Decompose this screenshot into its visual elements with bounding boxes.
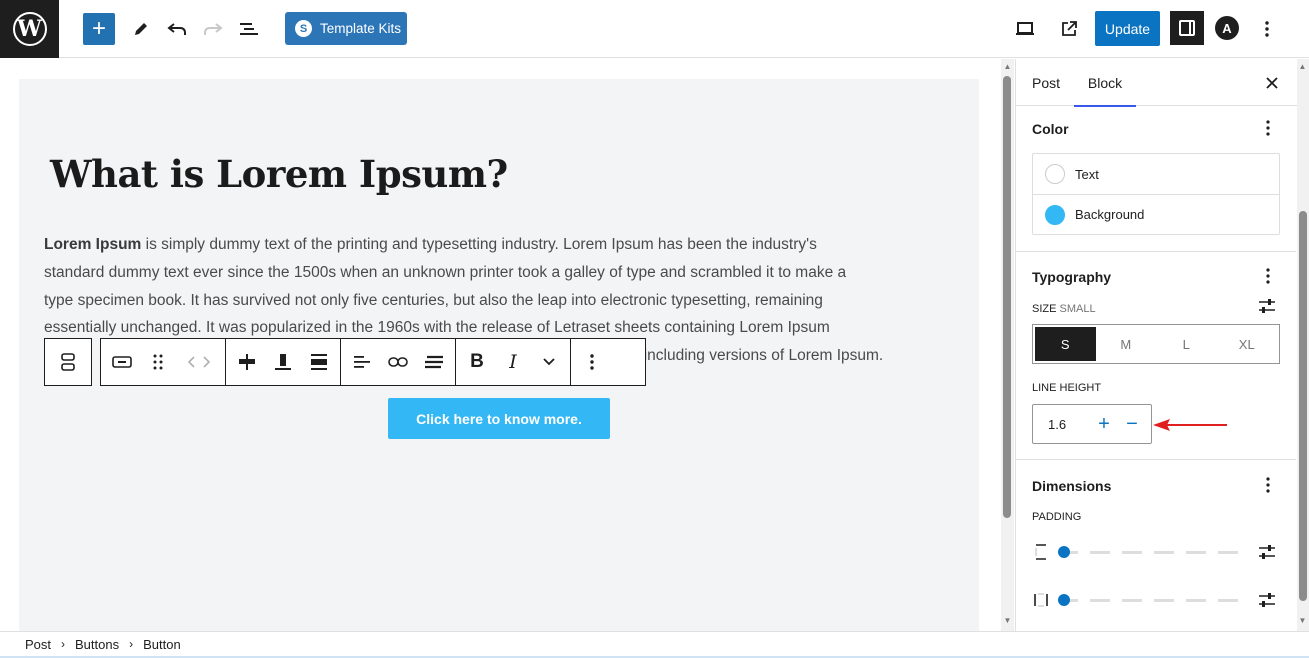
- template-kits-button[interactable]: S Template Kits: [285, 12, 407, 45]
- color-options-kebab-icon[interactable]: [1260, 118, 1276, 138]
- increment-plus-icon[interactable]: +: [1093, 413, 1115, 435]
- padding-left-right-icon: [1034, 593, 1048, 607]
- settings-panel-toggle[interactable]: [1170, 11, 1204, 45]
- sidebar-panel-icon: [1179, 20, 1195, 36]
- toolbar-group-options: [571, 339, 613, 385]
- size-option-m[interactable]: M: [1096, 327, 1157, 361]
- text-color-label: Text: [1075, 166, 1099, 182]
- sidebar-scroll-up-arrow-icon[interactable]: ▲: [1298, 62, 1307, 71]
- padding-horizontal-tune-icon[interactable]: [1258, 591, 1276, 609]
- breadcrumb-chevron-icon: ›: [61, 637, 66, 651]
- astra-settings-icon[interactable]: A: [1215, 16, 1239, 40]
- template-kits-label: Template Kits: [320, 21, 402, 36]
- close-icon[interactable]: [1260, 71, 1284, 95]
- canvas-scrollbar[interactable]: ▲ ▼: [1001, 59, 1014, 631]
- justify-center-icon[interactable]: [232, 347, 262, 377]
- breadcrumb-item-button[interactable]: Button: [143, 637, 181, 652]
- align-wide-icon[interactable]: [304, 347, 334, 377]
- drag-handle-icon[interactable]: [143, 347, 173, 377]
- canvas-scrollbar-thumb[interactable]: [1003, 76, 1011, 518]
- more-formatting-chevron-down-icon[interactable]: [534, 347, 564, 377]
- padding-label: PADDING: [1032, 511, 1082, 523]
- settings-sidebar: Post Block Color Text Background Typogra…: [1015, 59, 1309, 631]
- breadcrumb-item-buttons[interactable]: Buttons: [75, 637, 119, 652]
- strikethrough-style-icon[interactable]: [419, 347, 449, 377]
- decrement-minus-icon[interactable]: −: [1121, 413, 1143, 435]
- block-toolbar: B I: [100, 338, 646, 386]
- font-size-label: SIZE SMALL: [1032, 303, 1096, 315]
- padding-vertical-slider[interactable]: [1032, 542, 1280, 562]
- sidebar-scroll-down-arrow-icon[interactable]: ▼: [1298, 616, 1307, 625]
- section-divider: [1016, 251, 1296, 252]
- options-kebab-icon[interactable]: [1251, 13, 1283, 45]
- editor-top-bar: W + S Template Kits Update A: [0, 0, 1309, 58]
- padding-vertical-slider-knob[interactable]: [1058, 546, 1070, 558]
- sidebar-scrollbar-thumb[interactable]: [1299, 211, 1307, 601]
- background-color-item[interactable]: Background: [1033, 194, 1279, 234]
- move-left-right-icon[interactable]: [179, 347, 219, 377]
- post-heading[interactable]: What is Lorem Ipsum?: [50, 152, 508, 196]
- size-option-s[interactable]: S: [1035, 327, 1096, 361]
- tab-block[interactable]: Block: [1074, 59, 1136, 107]
- add-block-button[interactable]: +: [83, 13, 115, 45]
- dimensions-options-kebab-icon[interactable]: [1260, 475, 1276, 495]
- sidebar-scrollbar[interactable]: ▲ ▼: [1297, 59, 1309, 631]
- scroll-down-arrow-icon[interactable]: ▼: [1003, 616, 1012, 625]
- typography-options-kebab-icon[interactable]: [1260, 266, 1276, 286]
- color-section-title: Color: [1032, 121, 1069, 137]
- preview-device-icon[interactable]: [1009, 13, 1041, 45]
- line-height-input[interactable]: 1.6 + −: [1032, 404, 1152, 444]
- view-post-external-icon[interactable]: [1053, 13, 1085, 45]
- color-settings-box: Text Background: [1032, 153, 1280, 235]
- button-block-icon[interactable]: [107, 347, 137, 377]
- section-divider: [1016, 459, 1296, 460]
- block-options-kebab-icon[interactable]: [577, 347, 607, 377]
- scroll-up-arrow-icon[interactable]: ▲: [1003, 62, 1012, 71]
- dimensions-section-title: Dimensions: [1032, 478, 1112, 494]
- toolbar-group-justify: [226, 339, 341, 385]
- redo-icon[interactable]: [197, 13, 229, 45]
- text-align-icon[interactable]: [347, 347, 377, 377]
- toolbar-group-block: [101, 339, 226, 385]
- edit-tools-icon[interactable]: [125, 13, 157, 45]
- line-height-label: LINE HEIGHT: [1032, 382, 1102, 394]
- update-button[interactable]: Update: [1095, 11, 1160, 46]
- padding-top-bottom-icon: [1035, 544, 1046, 560]
- paragraph-bold-text: Lorem Ipsum: [44, 236, 142, 253]
- cta-button[interactable]: Click here to know more.: [388, 398, 610, 439]
- size-option-xl[interactable]: XL: [1217, 327, 1278, 361]
- document-overview-icon[interactable]: [233, 13, 265, 45]
- wordpress-logo-icon[interactable]: W: [0, 0, 59, 58]
- italic-icon[interactable]: I: [498, 347, 528, 377]
- padding-horizontal-slider[interactable]: [1032, 590, 1280, 610]
- template-kits-icon: S: [295, 20, 312, 37]
- custom-size-tune-icon[interactable]: [1258, 297, 1276, 315]
- tab-post[interactable]: Post: [1032, 59, 1060, 106]
- padding-vertical-tune-icon[interactable]: [1258, 543, 1276, 561]
- background-color-swatch: [1045, 204, 1065, 225]
- toolbar-group-text: [341, 339, 456, 385]
- sidebar-tabs: Post Block: [1016, 59, 1309, 107]
- background-color-label: Background: [1075, 207, 1145, 222]
- select-parent-block-button[interactable]: [44, 338, 92, 386]
- breadcrumb-item-post[interactable]: Post: [25, 637, 51, 652]
- typography-section-title: Typography: [1032, 269, 1112, 285]
- toolbar-group-format: B I: [456, 339, 571, 385]
- text-color-item[interactable]: Text: [1033, 154, 1279, 194]
- align-bottom-icon[interactable]: [268, 347, 298, 377]
- breadcrumb-chevron-icon: ›: [129, 637, 134, 651]
- font-size-value: SMALL: [1059, 303, 1096, 315]
- padding-horizontal-slider-knob[interactable]: [1058, 594, 1070, 606]
- editor-canvas-wrapper: What is Lorem Ipsum? Lorem Ipsum is simp…: [0, 59, 1000, 631]
- font-size-picker: S M L XL: [1032, 324, 1280, 364]
- undo-icon[interactable]: [161, 13, 193, 45]
- annotation-arrow-icon: [1153, 419, 1227, 431]
- size-option-l[interactable]: L: [1156, 327, 1217, 361]
- link-icon[interactable]: [383, 347, 413, 377]
- line-height-value: 1.6: [1048, 416, 1067, 432]
- text-color-swatch: [1045, 164, 1065, 184]
- block-breadcrumb: Post › Buttons › Button: [0, 631, 1309, 656]
- bold-icon[interactable]: B: [462, 347, 492, 377]
